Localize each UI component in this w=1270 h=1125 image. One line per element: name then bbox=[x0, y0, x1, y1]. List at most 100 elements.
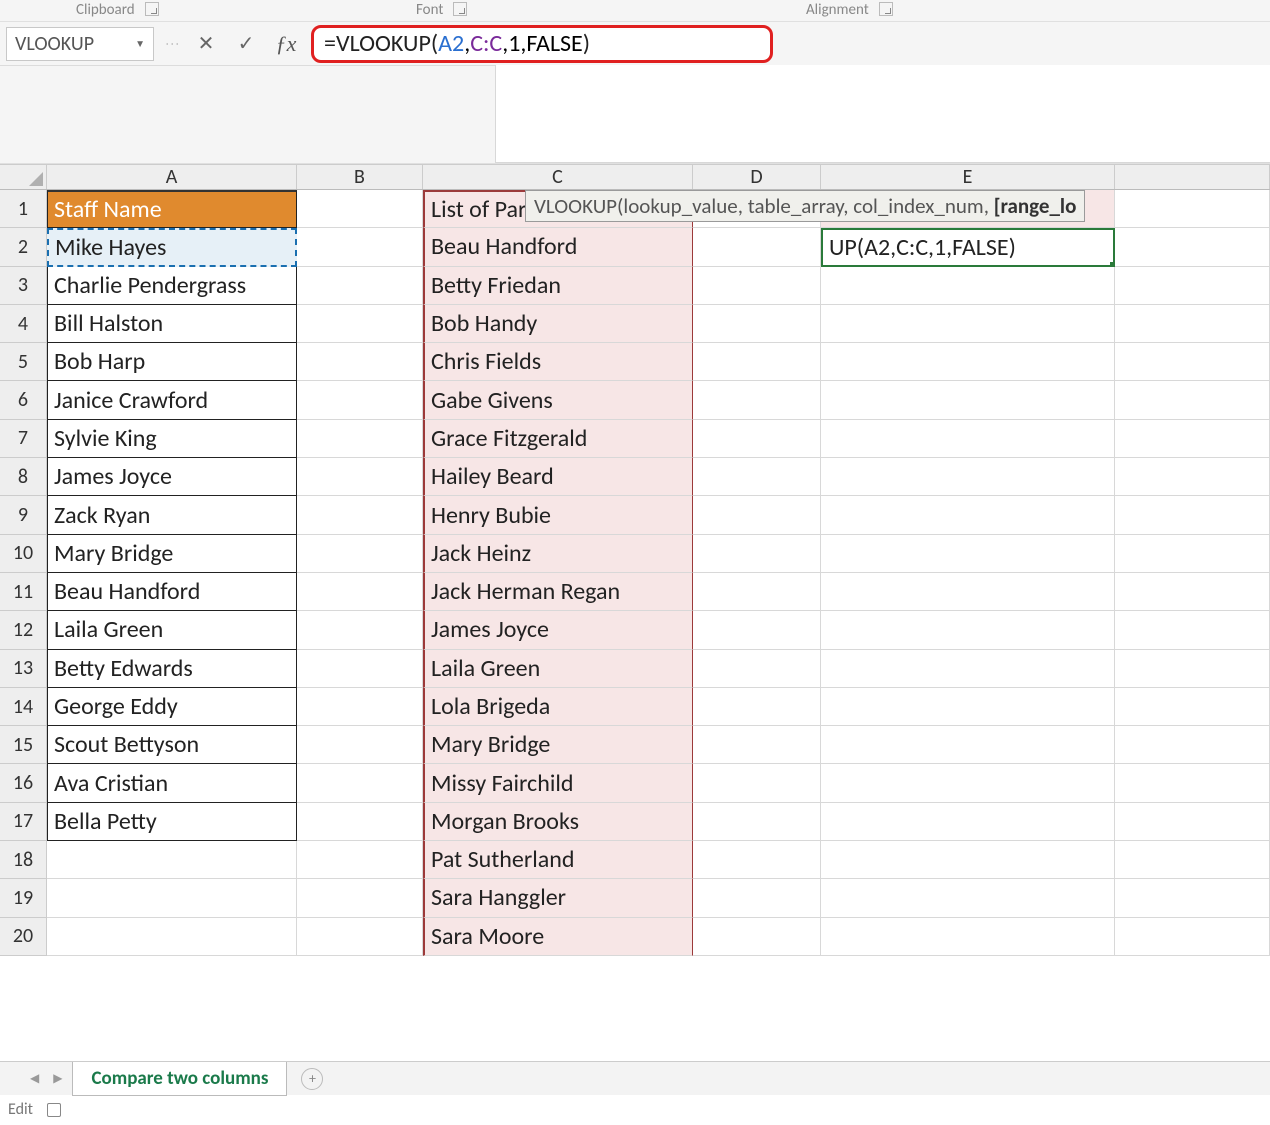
cell[interactable] bbox=[297, 764, 423, 802]
cell[interactable] bbox=[297, 343, 423, 381]
cell[interactable]: Janice Crawford bbox=[47, 381, 297, 419]
sheet-tab-active[interactable]: Compare two columns bbox=[72, 1062, 287, 1096]
cell[interactable] bbox=[821, 650, 1115, 688]
cell[interactable] bbox=[693, 573, 821, 611]
cell[interactable] bbox=[297, 420, 423, 458]
cell[interactable] bbox=[1115, 420, 1270, 458]
cell[interactable] bbox=[693, 650, 821, 688]
cell[interactable] bbox=[297, 535, 423, 573]
cell[interactable] bbox=[1115, 496, 1270, 534]
row-header[interactable]: 16 bbox=[0, 764, 47, 802]
row-header[interactable]: 13 bbox=[0, 650, 47, 688]
cell[interactable] bbox=[693, 420, 821, 458]
col-header-e[interactable]: E bbox=[821, 165, 1115, 189]
cell[interactable]: Laila Green bbox=[423, 650, 693, 688]
dialog-launcher-icon[interactable] bbox=[453, 2, 467, 16]
cell[interactable] bbox=[693, 343, 821, 381]
cell[interactable] bbox=[297, 458, 423, 496]
cell[interactable] bbox=[297, 267, 423, 305]
cell[interactable]: Scout Bettyson bbox=[47, 726, 297, 764]
cell[interactable] bbox=[1115, 688, 1270, 726]
cell[interactable] bbox=[1115, 726, 1270, 764]
cell[interactable] bbox=[1115, 918, 1270, 956]
cell[interactable]: Mary Bridge bbox=[47, 535, 297, 573]
cell[interactable]: Beau Handford bbox=[423, 228, 693, 266]
cell[interactable] bbox=[693, 611, 821, 649]
chevron-down-icon[interactable]: ▼ bbox=[135, 37, 145, 50]
cell[interactable] bbox=[821, 688, 1115, 726]
row-header[interactable]: 14 bbox=[0, 688, 47, 726]
cell[interactable]: Morgan Brooks bbox=[423, 803, 693, 841]
cell[interactable] bbox=[693, 764, 821, 802]
cell[interactable]: Sylvie King bbox=[47, 420, 297, 458]
cell[interactable]: Missy Fairchild bbox=[423, 764, 693, 802]
row-header[interactable]: 7 bbox=[0, 420, 47, 458]
cell[interactable] bbox=[297, 228, 423, 266]
sheet-nav-prev[interactable]: ◀ bbox=[26, 1071, 43, 1086]
cell[interactable] bbox=[297, 496, 423, 534]
cell[interactable] bbox=[1115, 573, 1270, 611]
name-box[interactable]: VLOOKUP ▼ bbox=[6, 27, 154, 61]
col-header-a[interactable]: A bbox=[47, 165, 297, 189]
cell[interactable] bbox=[1115, 611, 1270, 649]
cell[interactable] bbox=[1115, 305, 1270, 343]
row-header[interactable]: 2 bbox=[0, 228, 47, 266]
cell[interactable] bbox=[1115, 764, 1270, 802]
row-header[interactable]: 9 bbox=[0, 496, 47, 534]
row-header[interactable]: 6 bbox=[0, 381, 47, 419]
cell[interactable]: Gabe Givens bbox=[423, 381, 693, 419]
cell[interactable]: Betty Friedan bbox=[423, 267, 693, 305]
cell[interactable] bbox=[1115, 841, 1270, 879]
cell[interactable] bbox=[297, 611, 423, 649]
select-all-triangle[interactable] bbox=[0, 165, 47, 189]
cell[interactable] bbox=[297, 650, 423, 688]
cell[interactable] bbox=[1115, 267, 1270, 305]
cell[interactable]: Bob Handy bbox=[423, 305, 693, 343]
insert-function-button[interactable]: ƒx bbox=[271, 29, 301, 59]
cell[interactable]: Sara Moore bbox=[423, 918, 693, 956]
cell[interactable]: Chris Fields bbox=[423, 343, 693, 381]
cell[interactable] bbox=[821, 305, 1115, 343]
dialog-launcher-icon[interactable] bbox=[879, 2, 893, 16]
cell[interactable] bbox=[821, 267, 1115, 305]
cell[interactable]: UP(A2,C:C,1,FALSE) bbox=[821, 228, 1115, 266]
row-header[interactable]: 3 bbox=[0, 267, 47, 305]
cell[interactable] bbox=[1115, 381, 1270, 419]
enter-formula-button[interactable]: ✓ bbox=[231, 29, 261, 59]
row-header[interactable]: 20 bbox=[0, 918, 47, 956]
row-header[interactable]: 17 bbox=[0, 803, 47, 841]
cell[interactable]: Bella Petty bbox=[47, 803, 297, 841]
dialog-launcher-icon[interactable] bbox=[145, 2, 159, 16]
cell[interactable] bbox=[693, 803, 821, 841]
formula-bar-input[interactable]: =VLOOKUP(A2,C:C,1,FALSE) bbox=[311, 25, 773, 63]
cell[interactable]: Charlie Pendergrass bbox=[47, 267, 297, 305]
cell[interactable]: James Joyce bbox=[423, 611, 693, 649]
row-header[interactable]: 12 bbox=[0, 611, 47, 649]
cell[interactable]: Bill Halston bbox=[47, 305, 297, 343]
cell[interactable] bbox=[693, 918, 821, 956]
cell[interactable] bbox=[297, 879, 423, 917]
row-header[interactable]: 11 bbox=[0, 573, 47, 611]
cell[interactable] bbox=[297, 841, 423, 879]
cell[interactable] bbox=[297, 688, 423, 726]
cell[interactable] bbox=[821, 496, 1115, 534]
cell[interactable]: George Eddy bbox=[47, 688, 297, 726]
cell[interactable]: Beau Handford bbox=[47, 573, 297, 611]
cell[interactable] bbox=[821, 343, 1115, 381]
cell[interactable] bbox=[297, 726, 423, 764]
cell[interactable]: Grace Fitzgerald bbox=[423, 420, 693, 458]
cell[interactable]: Zack Ryan bbox=[47, 496, 297, 534]
cell[interactable] bbox=[297, 918, 423, 956]
row-header[interactable]: 15 bbox=[0, 726, 47, 764]
cell[interactable]: James Joyce bbox=[47, 458, 297, 496]
col-header-c[interactable]: C bbox=[423, 165, 693, 189]
cell[interactable] bbox=[821, 573, 1115, 611]
cell[interactable] bbox=[693, 267, 821, 305]
cell[interactable] bbox=[1115, 535, 1270, 573]
cell[interactable]: Ava Cristian bbox=[47, 764, 297, 802]
cell[interactable]: Laila Green bbox=[47, 611, 297, 649]
cell[interactable] bbox=[693, 305, 821, 343]
row-header[interactable]: 4 bbox=[0, 305, 47, 343]
cell[interactable]: Sara Hanggler bbox=[423, 879, 693, 917]
cell[interactable] bbox=[297, 305, 423, 343]
